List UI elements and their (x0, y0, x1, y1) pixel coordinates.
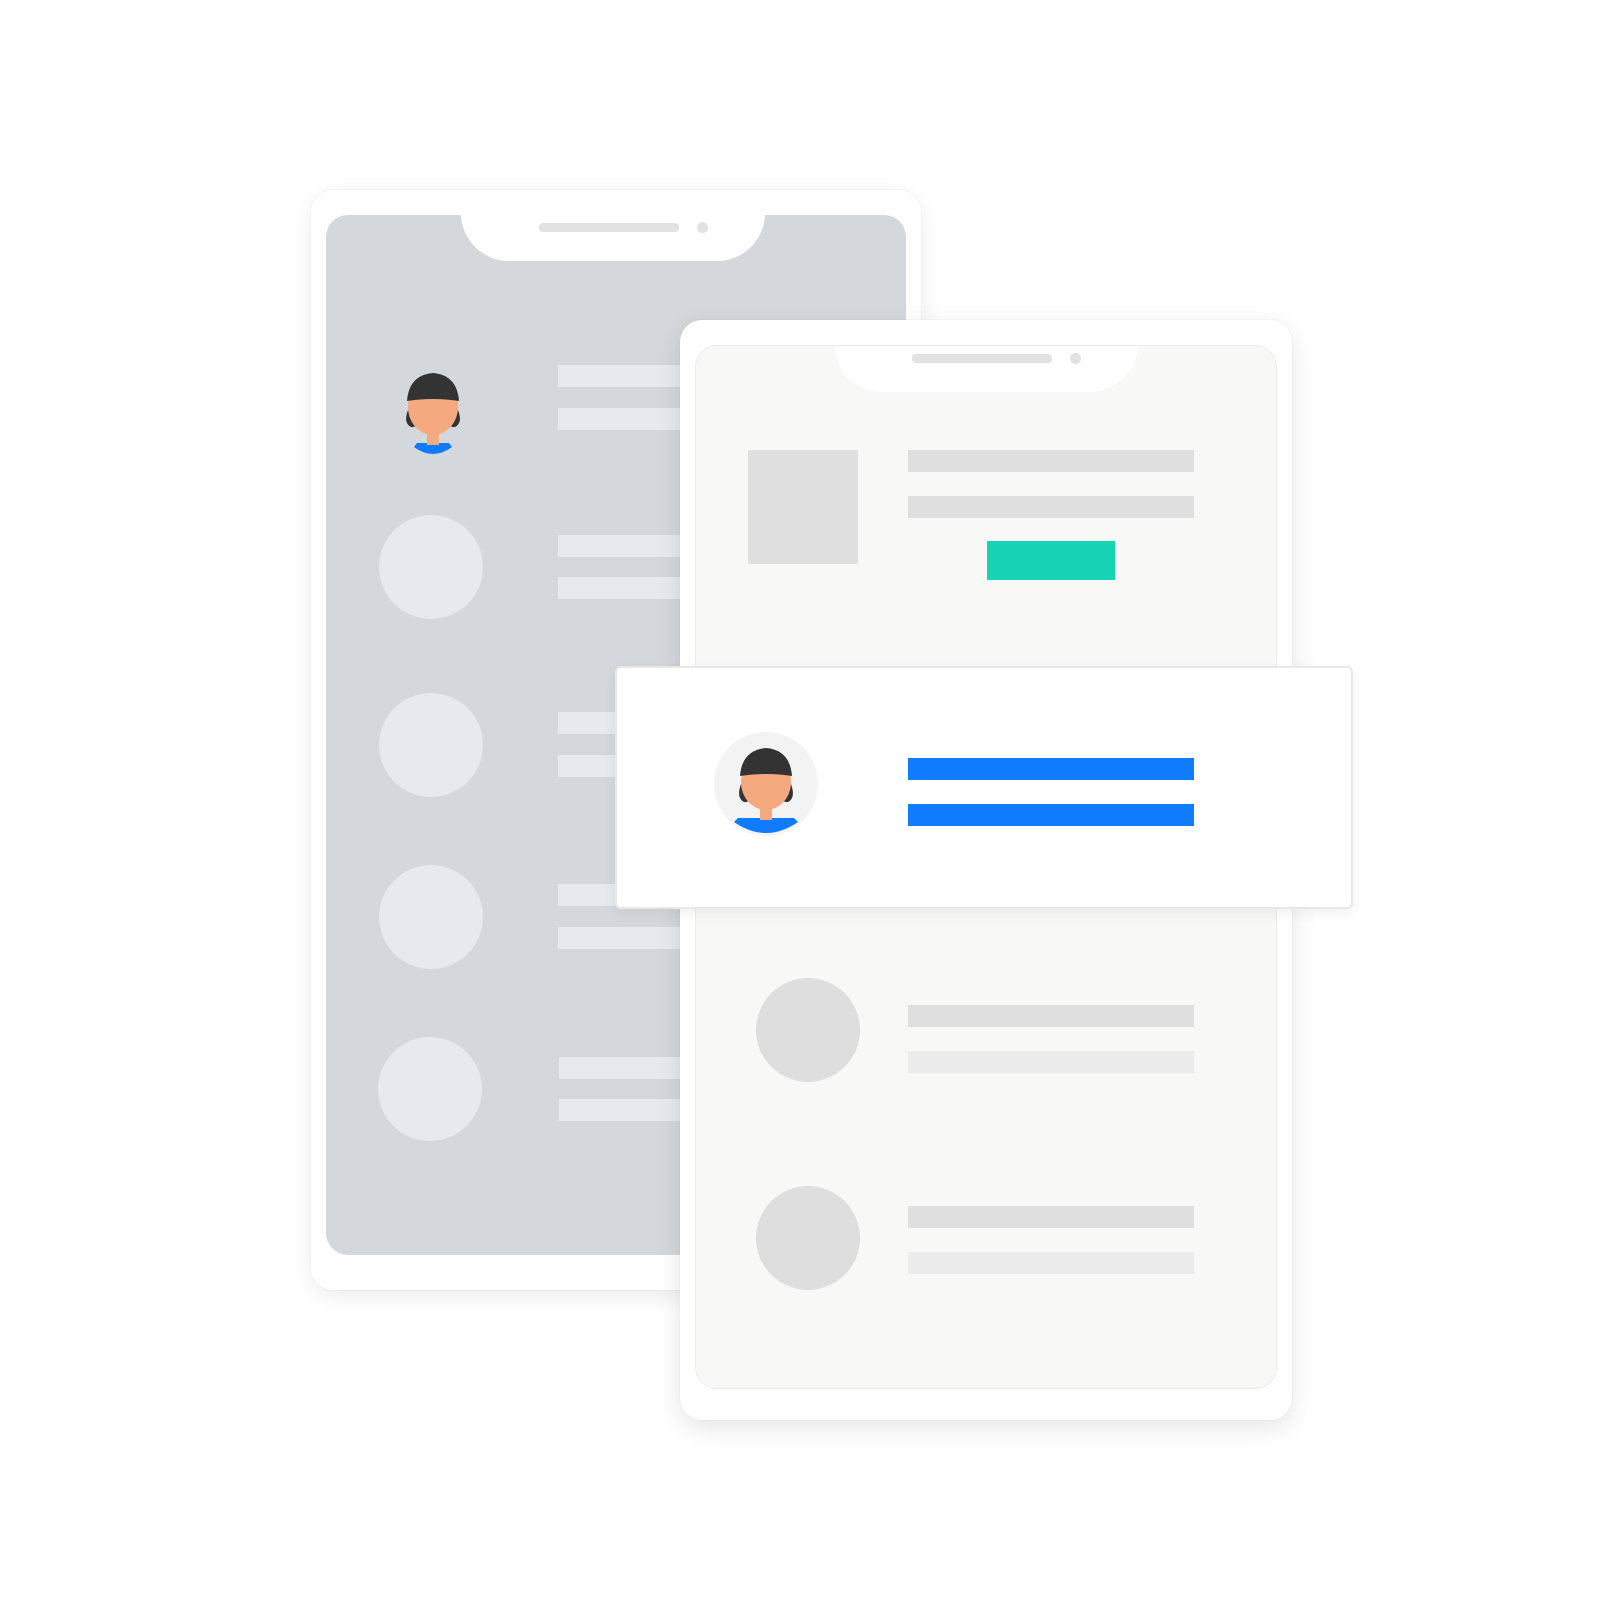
avatar-placeholder (756, 978, 860, 1082)
avatar-placeholder (379, 865, 483, 969)
list-item-line (908, 1206, 1194, 1228)
front-phone-notch (834, 346, 1138, 392)
speaker-slot (912, 354, 1052, 363)
person-avatar-icon (734, 748, 798, 833)
highlight-line (908, 804, 1194, 826)
image-placeholder (748, 450, 858, 564)
speaker-slot (539, 223, 679, 232)
camera-icon (1070, 353, 1081, 364)
avatar-placeholder (379, 515, 483, 619)
avatar (714, 732, 818, 836)
hero-line (908, 496, 1194, 518)
list-item-line (908, 1051, 1194, 1073)
person-avatar-icon (406, 373, 460, 454)
avatar-placeholder (756, 1186, 860, 1290)
hero-line (908, 450, 1194, 472)
list-item-line (908, 1005, 1194, 1027)
list-item-line (908, 1252, 1194, 1274)
back-phone-notch (461, 215, 765, 261)
illustration-canvas (0, 0, 1600, 1600)
avatar-placeholder (378, 1037, 482, 1141)
highlighted-list-card[interactable] (615, 666, 1353, 909)
camera-icon (697, 222, 708, 233)
highlight-line (908, 758, 1194, 780)
cta-button[interactable] (987, 541, 1115, 580)
avatar-placeholder (379, 693, 483, 797)
